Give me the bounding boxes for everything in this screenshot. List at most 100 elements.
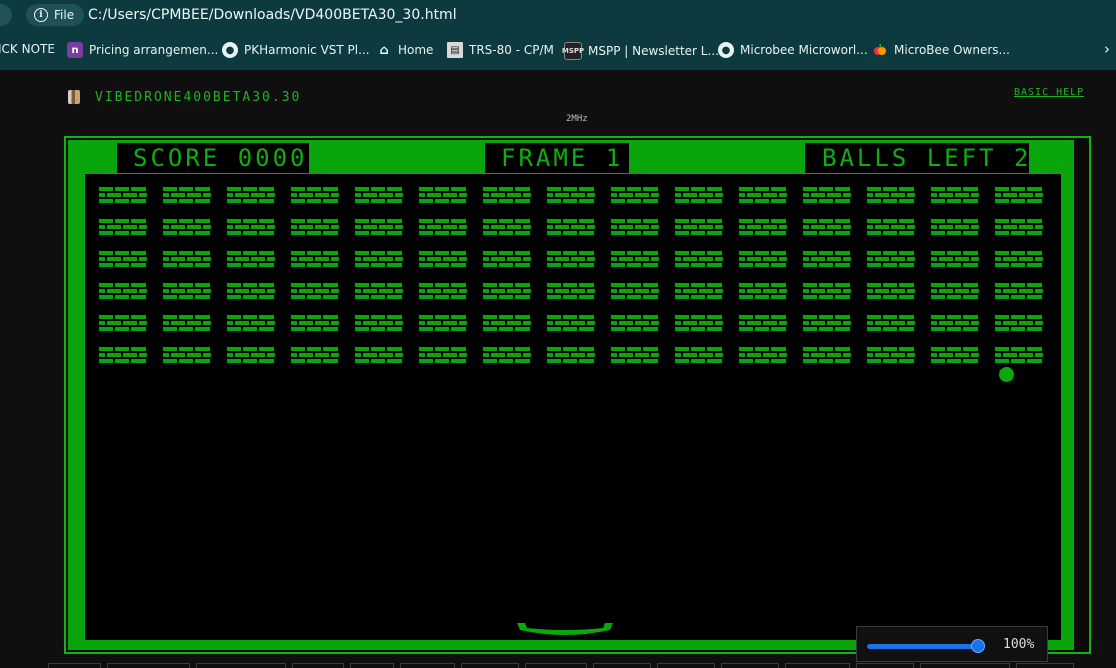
brick (803, 283, 851, 299)
basic-help-link[interactable]: BASIC HELP (1014, 87, 1084, 98)
brick (931, 283, 979, 299)
n-icon: n (67, 42, 83, 58)
frame-display: FRAME 1 (485, 143, 629, 173)
mspp-icon: MSPP (562, 42, 584, 60)
brick (867, 347, 915, 363)
brick (675, 283, 723, 299)
brick (803, 347, 851, 363)
apple-icon (872, 42, 888, 58)
brick (483, 187, 531, 203)
brick (867, 251, 915, 267)
brick (291, 251, 339, 267)
key-stub[interactable] (785, 663, 850, 668)
key-stub[interactable] (920, 663, 1010, 668)
zoom-slider-track[interactable] (867, 644, 983, 649)
brick (803, 315, 851, 331)
game-screen[interactable]: SCORE 0000 FRAME 1 BALLS LEFT 2 (64, 136, 1091, 654)
bookmark-item[interactable]: ICK NOTE (0, 42, 55, 56)
brick (291, 219, 339, 235)
brick (675, 347, 723, 363)
brick (931, 315, 979, 331)
brick (931, 347, 979, 363)
brick (419, 283, 467, 299)
globe-icon: ● (222, 42, 238, 58)
brick (675, 187, 723, 203)
brick (227, 219, 275, 235)
brick (995, 283, 1043, 299)
brick (99, 347, 147, 363)
chevron-more-icon[interactable]: › (1104, 40, 1110, 58)
key-stub[interactable] (350, 663, 394, 668)
key-stub[interactable] (107, 663, 190, 668)
brick (803, 187, 851, 203)
reload-icon[interactable] (0, 4, 12, 26)
brick (739, 283, 787, 299)
key-stub[interactable] (593, 663, 651, 668)
key-stub[interactable] (657, 663, 715, 668)
balls-left-display: BALLS LEFT 2 (805, 143, 1029, 173)
brick (227, 347, 275, 363)
brick (675, 315, 723, 331)
brick (419, 219, 467, 235)
bookmark-item[interactable]: n Pricing arrangemen... (67, 42, 218, 58)
key-stub[interactable] (525, 663, 587, 668)
bookmark-label: Pricing arrangemen... (89, 43, 219, 57)
brick (291, 347, 339, 363)
brick (739, 347, 787, 363)
zoom-value: 100% (1003, 637, 1035, 652)
key-stub[interactable] (48, 663, 101, 668)
brick (419, 347, 467, 363)
brick (547, 315, 595, 331)
bookmark-item[interactable]: ● PKHarmonic VST Pl... (222, 42, 370, 58)
brick (611, 347, 659, 363)
brick (931, 251, 979, 267)
brick (611, 219, 659, 235)
brick (291, 187, 339, 203)
brick (483, 315, 531, 331)
bookmark-label: TRS-80 - CP/M (469, 43, 554, 57)
key-stub[interactable] (196, 663, 286, 668)
brick (99, 315, 147, 331)
brick (611, 187, 659, 203)
brick (163, 219, 211, 235)
bookmark-item[interactable]: MSPP MSPP | Newsletter L... (562, 42, 719, 60)
key-stub[interactable] (1016, 663, 1074, 668)
brick (739, 187, 787, 203)
bookmark-item[interactable]: ▤ TRS-80 - CP/M (447, 42, 554, 58)
brick (291, 315, 339, 331)
brick (483, 347, 531, 363)
bookmark-label: MSPP | Newsletter L... (588, 44, 719, 58)
bookmark-label: ICK NOTE (0, 42, 55, 56)
zoom-slider-thumb[interactable] (971, 639, 985, 653)
brick (867, 219, 915, 235)
brick (867, 315, 915, 331)
brick (547, 219, 595, 235)
brick (355, 283, 403, 299)
brick (291, 283, 339, 299)
brick (419, 315, 467, 331)
key-stub[interactable] (721, 663, 779, 668)
brick (739, 219, 787, 235)
bookmark-item[interactable]: ⌂ Home (376, 42, 433, 58)
home-icon: ⌂ (379, 42, 389, 58)
key-stub[interactable] (400, 663, 455, 668)
brick (675, 219, 723, 235)
brick (995, 251, 1043, 267)
brick (99, 251, 147, 267)
site-info-button[interactable]: i File (26, 4, 85, 26)
trs80-icon: ▤ (447, 42, 463, 58)
brick (547, 283, 595, 299)
key-stub[interactable] (292, 663, 344, 668)
bookmark-item[interactable]: MicroBee Owners... (872, 42, 1010, 58)
brick (995, 347, 1043, 363)
brick (739, 315, 787, 331)
bookmark-item[interactable]: ● Microbee Microworl... (718, 42, 868, 58)
app-title: VIBEDRONE400BETA30.30 (95, 90, 302, 105)
key-stub[interactable] (461, 663, 519, 668)
brick (867, 187, 915, 203)
brick (867, 283, 915, 299)
key-stub[interactable] (856, 663, 914, 668)
brick (227, 283, 275, 299)
url-field[interactable]: C:/Users/CPMBEE/Downloads/VD400BETA30_30… (88, 7, 457, 23)
globe-icon: ● (718, 42, 734, 58)
